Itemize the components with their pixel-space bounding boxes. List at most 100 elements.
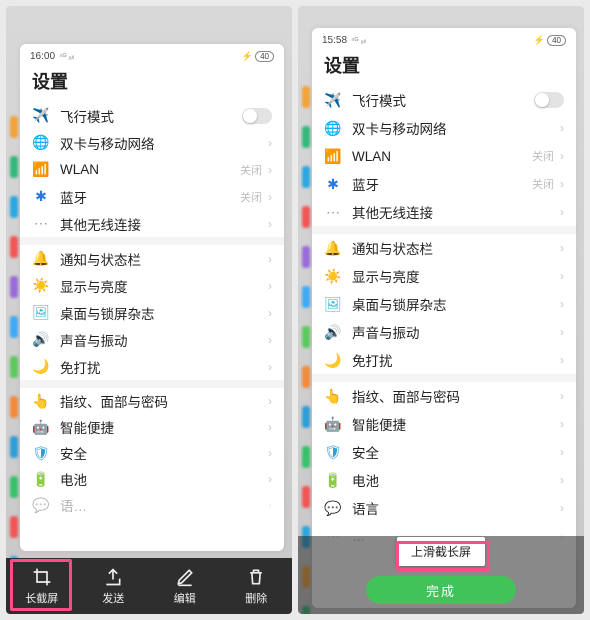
row-label: 安全 (352, 442, 560, 462)
chevron-right-icon: › (560, 177, 564, 191)
wallpaper-icon: 🖼 (324, 295, 342, 313)
row-label: 桌面与锁屏杂志 (352, 294, 560, 314)
signal-icon: ⁴ᴳ ₐₗₗ (59, 52, 74, 61)
settings-row-bell[interactable]: 🔔 通知与状态栏› (312, 234, 576, 262)
settings-row-network[interactable]: 🌐双卡与移动网络› (312, 114, 576, 142)
row-label: 语言 (352, 498, 560, 518)
settings-row-brightness[interactable]: ☀️显示与亮度› (312, 262, 576, 290)
screenshot-toolbar: 长截屏 发送 编辑 删除 (6, 558, 292, 614)
settings-row-wallpaper[interactable]: 🖼桌面与锁屏杂志› (312, 290, 576, 318)
row-label: 声音与振动 (352, 322, 560, 342)
chevron-right-icon: › (560, 445, 564, 459)
lang-icon: 💬 (324, 499, 342, 517)
bluetooth-icon: ✱ (32, 188, 50, 206)
wifi-icon: 📶 (32, 161, 50, 179)
settings-row-smart[interactable]: 🤖智能便捷› (20, 414, 284, 440)
settings-row-brightness[interactable]: ☀️显示与亮度› (20, 272, 284, 299)
chevron-right-icon: › (268, 360, 272, 374)
settings-row-security[interactable]: 🛡 安全› (312, 438, 576, 466)
row-label: 智能便捷 (60, 417, 268, 437)
settings-row-dnd[interactable]: 🌙免打扰› (312, 346, 576, 374)
settings-row-security[interactable]: 🛡安全› (20, 440, 284, 466)
tool-send[interactable]: 发送 (78, 558, 150, 614)
settings-row-bell[interactable]: 🔔通知与状态栏› (20, 245, 284, 272)
row-label: 双卡与移动网络 (352, 118, 560, 138)
chevron-right-icon: › (268, 306, 272, 320)
settings-row-wifi[interactable]: 📶WLAN关闭› (20, 156, 284, 183)
row-label: 显示与亮度 (352, 266, 560, 286)
row-label: 电池 (60, 469, 268, 489)
settings-row-lang[interactable]: 💬语言› (312, 494, 576, 522)
tool-label: 发送 (102, 590, 124, 606)
toggle-switch[interactable] (534, 92, 564, 108)
status-bar: 15:58 ⁴ᴳ ₐₗₗ ⚡ 40 (312, 28, 576, 48)
row-label: WLAN (352, 149, 532, 164)
settings-row-wifi[interactable]: 📶WLAN关闭› (312, 142, 576, 170)
settings-list[interactable]: ✈️飞行模式🌐双卡与移动网络›📶WLAN关闭›✱蓝牙关闭›⋯其他无线连接›🔔通知… (20, 102, 284, 518)
chevron-right-icon: › (560, 205, 564, 219)
row-label: 电池 (352, 470, 560, 490)
sound-icon: 🔊 (32, 331, 50, 349)
tool-edit[interactable]: 编辑 (149, 558, 221, 614)
row-label: 语… (60, 495, 268, 515)
tool-long-screenshot[interactable]: 长截屏 (6, 558, 78, 614)
chevron-right-icon: › (268, 279, 272, 293)
chevron-right-icon: › (268, 217, 272, 231)
settings-row-battery[interactable]: 🔋 电池› (20, 466, 284, 492)
settings-row-battery[interactable]: 🔋电池› (312, 466, 576, 494)
done-button[interactable]: 完成 (366, 576, 516, 604)
settings-row-more[interactable]: ⋯其他无线连接› (312, 198, 576, 226)
chevron-right-icon: › (560, 325, 564, 339)
settings-row-airplane[interactable]: ✈️飞行模式 (20, 102, 284, 129)
security-icon: 🛡 (324, 443, 342, 461)
settings-row-sound[interactable]: 🔊 声音与振动› (20, 326, 284, 353)
row-meta: 关闭 (240, 189, 262, 205)
share-icon (103, 567, 123, 587)
row-label: 其他无线连接 (352, 202, 560, 222)
bluetooth-icon: ✱ (324, 175, 342, 193)
settings-row-dnd[interactable]: 🌙免打扰› (20, 353, 284, 380)
settings-panel: 16:00 ⁴ᴳ ₐₗₗ ⚡ 40 设置 ✈️飞行模式🌐双卡与移动网络›📶WLA… (20, 44, 284, 551)
settings-row-wallpaper[interactable]: 🖼 桌面与锁屏杂志› (20, 299, 284, 326)
toggle-switch[interactable] (242, 108, 272, 124)
battery-icon: 🔋 (32, 470, 50, 488)
scroll-hint: 上滑截长屏 (397, 537, 485, 566)
chevron-right-icon: › (268, 333, 272, 347)
bell-icon: 🔔 (324, 239, 342, 257)
settings-row-fingerprint[interactable]: 👆指纹、面部与密码› (20, 388, 284, 414)
settings-row-bluetooth[interactable]: ✱蓝牙关闭› (20, 183, 284, 210)
row-label: 智能便捷 (352, 414, 560, 434)
more-icon: ⋯ (32, 215, 50, 233)
dnd-icon: 🌙 (32, 358, 50, 376)
settings-row-airplane[interactable]: ✈️飞行模式 (312, 86, 576, 114)
chevron-right-icon: › (268, 472, 272, 486)
settings-row-lang[interactable]: 💬语…› (20, 492, 284, 518)
dnd-icon: 🌙 (324, 351, 342, 369)
settings-row-more[interactable]: ⋯其他无线连接› (20, 210, 284, 237)
settings-row-network[interactable]: 🌐双卡与移动网络› (20, 129, 284, 156)
crop-icon (32, 567, 52, 587)
fingerprint-icon: 👆 (32, 392, 50, 410)
chevron-right-icon: › (560, 389, 564, 403)
page-title: 设置 (20, 64, 284, 102)
settings-row-bluetooth[interactable]: ✱蓝牙关闭› (312, 170, 576, 198)
tool-delete[interactable]: 删除 (221, 558, 293, 614)
chevron-right-icon: › (560, 473, 564, 487)
settings-list[interactable]: ✈️飞行模式🌐双卡与移动网络›📶WLAN关闭›✱蓝牙关闭›⋯其他无线连接› 🔔 通知… (312, 86, 576, 550)
tool-label: 长截屏 (25, 590, 58, 606)
wallpaper-icon: 🖼 (32, 304, 50, 322)
row-meta: 关闭 (240, 162, 262, 178)
settings-row-fingerprint[interactable]: 👆指纹、面部与密码› (312, 382, 576, 410)
security-icon: 🛡 (32, 444, 50, 462)
phone-left: 16:00 ⁴ᴳ ₐₗₗ ⚡ 40 设置 ✈️飞行模式🌐双卡与移动网络›📶WLA… (6, 6, 292, 614)
row-label: 声音与振动 (60, 330, 268, 350)
settings-row-sound[interactable]: 🔊声音与振动› (312, 318, 576, 346)
chevron-right-icon: › (560, 121, 564, 135)
row-label: 指纹、面部与密码 (60, 391, 268, 411)
settings-row-smart[interactable]: 🤖智能便捷› (312, 410, 576, 438)
row-label: 蓝牙 (60, 187, 240, 207)
chevron-right-icon: › (560, 241, 564, 255)
row-label: 桌面与锁屏杂志 (60, 303, 268, 323)
row-label: 通知与状态栏 (352, 238, 560, 258)
bell-icon: 🔔 (32, 250, 50, 268)
